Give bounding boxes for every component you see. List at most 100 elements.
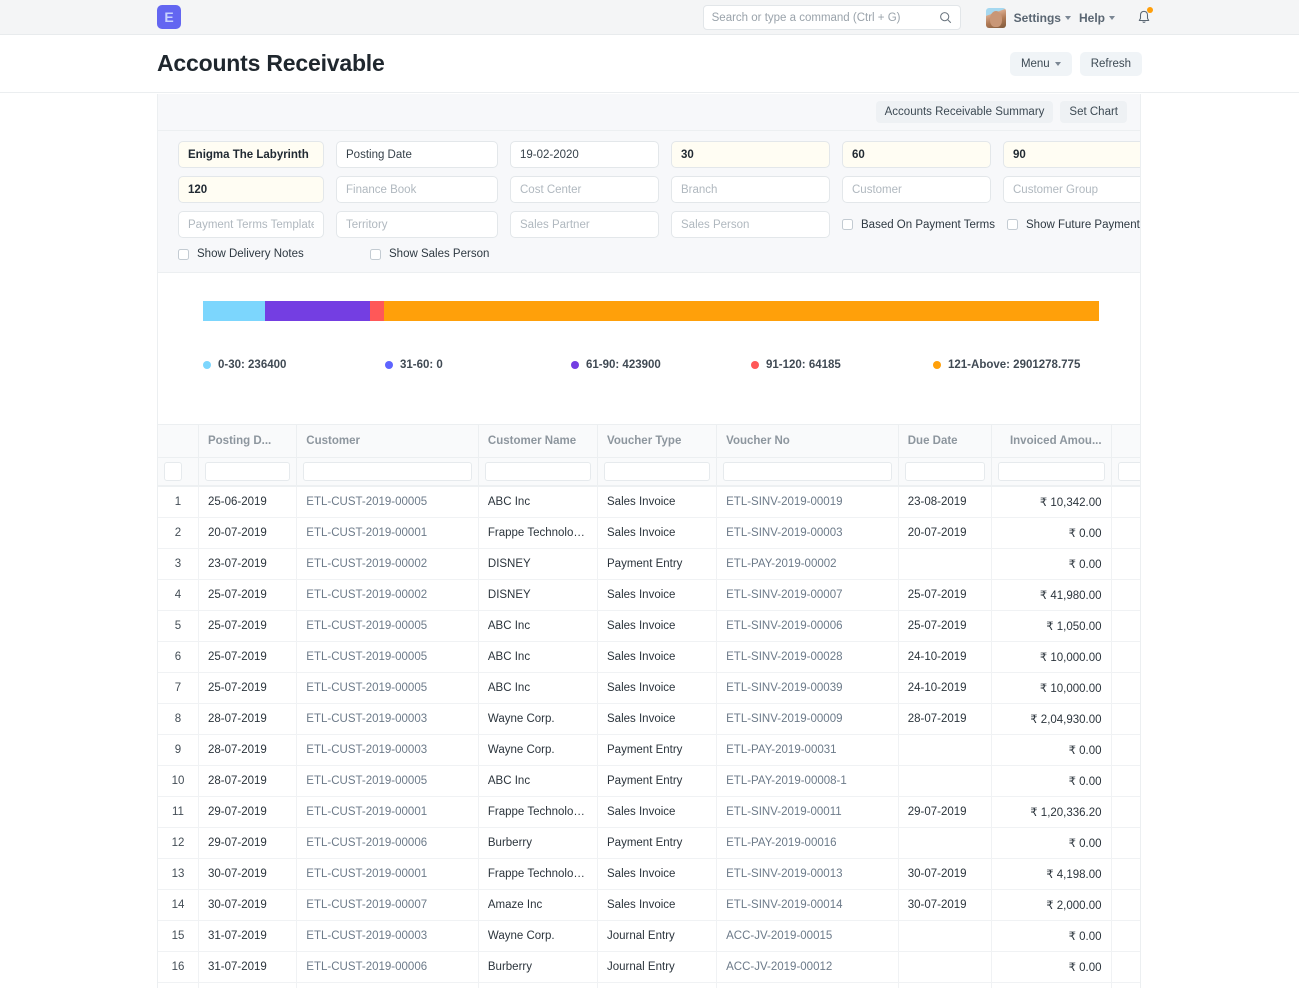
cell-customer[interactable]: ETL-CUST-2019-00005 <box>296 641 479 674</box>
table-row[interactable]: 15 31-07-2019 ETL-CUST-2019-00003 Wayne Cor… <box>158 920 1140 953</box>
cell-customer_name[interactable]: Burberry <box>478 827 599 860</box>
cell-paid_amount[interactable]: ₹ 1,940.00 <box>1111 920 1140 953</box>
cell-voucher_no[interactable]: ETL-SINV-2019-00014 <box>716 889 899 922</box>
sales-partner-filter[interactable] <box>510 211 659 238</box>
cell-customer_name[interactable]: Burberry <box>478 951 599 984</box>
cell-due_date[interactable]: 29-07-2019 <box>898 796 993 829</box>
cell-posting_date[interactable]: 29-07-2019 <box>198 796 298 829</box>
customer-group-filter[interactable] <box>1003 176 1140 203</box>
cell-invoiced_amount[interactable]: ₹ 0.00 <box>991 920 1112 953</box>
range3-filter[interactable] <box>1003 141 1140 168</box>
cell-invoiced_amount[interactable]: ₹ 1,20,336.20 <box>991 796 1112 829</box>
user-avatar[interactable] <box>985 7 1006 28</box>
cell-idx[interactable]: 10 <box>158 765 199 798</box>
cell-idx[interactable]: 17 <box>158 982 199 988</box>
legend-item[interactable]: 121-Above: 2901278.775 <box>933 359 1080 371</box>
set-chart-button[interactable]: Set Chart <box>1060 101 1127 123</box>
cell-idx[interactable]: 11 <box>158 796 199 829</box>
cell-customer_name[interactable]: DISNEY <box>478 579 599 612</box>
cell-posting_date[interactable]: 25-07-2019 <box>198 610 298 643</box>
legend-item[interactable]: 91-120: 64185 <box>751 359 841 371</box>
cell-voucher_type[interactable]: Sales Invoice <box>597 486 718 519</box>
cell-voucher_no[interactable]: ETL-SINV-2019-00013 <box>716 858 899 891</box>
cell-customer[interactable]: ETL-CUST-2019-00005 <box>296 486 479 519</box>
cell-voucher_no[interactable]: ETL-SINV-2019-00011 <box>716 796 899 829</box>
cell-invoiced_amount[interactable]: ₹ 0.00 <box>991 827 1112 860</box>
cell-idx[interactable]: 2 <box>158 517 199 550</box>
cell-paid_amount[interactable]: ₹ 20,990.00 <box>1111 579 1140 612</box>
cell-idx[interactable]: 8 <box>158 703 199 736</box>
bar-segment-121-above[interactable] <box>384 301 1099 321</box>
cell-due_date[interactable] <box>898 920 993 953</box>
column-filter-input-invoiced_amount[interactable] <box>998 462 1105 482</box>
cell-voucher_no[interactable]: ETL-SINV-2019-00017 <box>716 982 899 988</box>
cell-invoiced_amount[interactable]: ₹ 10,000.00 <box>991 672 1112 705</box>
accounts-receivable-summary-button[interactable]: Accounts Receivable Summary <box>875 101 1054 123</box>
cell-paid_amount[interactable]: ₹ 63,480.00 <box>1111 734 1140 767</box>
cell-idx[interactable]: 12 <box>158 827 199 860</box>
cell-invoiced_amount[interactable]: ₹ 0.00 <box>991 951 1112 984</box>
table-row[interactable]: 9 28-07-2019 ETL-CUST-2019-00003 Wayne Corp… <box>158 734 1140 767</box>
cell-customer_name[interactable]: ABC Inc <box>478 610 599 643</box>
cell-customer_name[interactable]: ABC Inc <box>478 765 599 798</box>
cell-voucher_type[interactable]: Sales Invoice <box>597 579 718 612</box>
column-filter-cell[interactable] <box>716 457 899 488</box>
cell-idx[interactable]: 5 <box>158 610 199 643</box>
cell-posting_date[interactable]: 25-07-2019 <box>198 672 298 705</box>
cost-center-filter[interactable] <box>510 176 659 203</box>
cell-customer[interactable]: ETL-CUST-2019-00001 <box>296 796 479 829</box>
table-row[interactable]: 11 29-07-2019 ETL-CUST-2019-00001 Frappe Te… <box>158 796 1140 829</box>
cell-customer_name[interactable]: ABC Inc <box>478 486 599 519</box>
cell-voucher_type[interactable]: Payment Entry <box>597 765 718 798</box>
cell-voucher_type[interactable]: Sales Invoice <box>597 858 718 891</box>
checkbox-box-icon[interactable] <box>370 248 381 260</box>
cell-posting_date[interactable]: 23-07-2019 <box>198 548 298 581</box>
table-row[interactable]: 8 28-07-2019 ETL-CUST-2019-00003 Wayne Corp… <box>158 703 1140 736</box>
show-future-payments-checkbox[interactable]: Show Future Payments <box>1007 211 1140 238</box>
cell-customer_name[interactable]: Wayne Corp. <box>478 920 599 953</box>
table-row[interactable]: 1 25-06-2019 ETL-CUST-2019-00005 ABC Inc Sal… <box>158 486 1140 519</box>
cell-paid_amount[interactable]: ₹ 1,38,000.00 <box>1111 703 1140 736</box>
cell-customer[interactable]: ETL-CUST-2019-00001 <box>296 517 479 550</box>
table-row[interactable]: 6 25-07-2019 ETL-CUST-2019-00005 ABC Inc Sal… <box>158 641 1140 674</box>
branch-filter[interactable] <box>671 176 830 203</box>
cell-customer[interactable]: ETL-CUST-2019-00005 <box>296 765 479 798</box>
range1-filter[interactable] <box>671 141 830 168</box>
cell-due_date[interactable] <box>898 765 993 798</box>
column-filter-cell[interactable] <box>1111 457 1140 488</box>
legend-item[interactable]: 61-90: 423900 <box>571 359 661 371</box>
cell-idx[interactable]: 4 <box>158 579 199 612</box>
cell-voucher_no[interactable]: ETL-SINV-2019-00039 <box>716 672 899 705</box>
cell-invoiced_amount[interactable]: ₹ 0.00 <box>991 548 1112 581</box>
cell-paid_amount[interactable]: ₹ 2,198.00 <box>1111 858 1140 891</box>
bar-segment-91-120[interactable] <box>370 301 384 321</box>
cell-customer[interactable]: ETL-CUST-2019-00003 <box>296 703 479 736</box>
cell-paid_amount[interactable]: ₹ 0.00 <box>1111 517 1140 550</box>
table-row[interactable]: 13 30-07-2019 ETL-CUST-2019-00001 Frappe Te… <box>158 858 1140 891</box>
column-filter-input-posting_date[interactable] <box>204 462 291 482</box>
cell-voucher_no[interactable]: ACC-JV-2019-00015 <box>716 920 899 953</box>
cell-voucher_type[interactable]: Sales Invoice <box>597 796 718 829</box>
help-menu[interactable]: Help <box>1079 11 1115 25</box>
cell-voucher_type[interactable]: Sales Invoice <box>597 703 718 736</box>
cell-due_date[interactable] <box>898 734 993 767</box>
cell-posting_date[interactable]: 28-07-2019 <box>198 734 298 767</box>
cell-due_date[interactable]: 24-10-2019 <box>898 672 993 705</box>
app-logo-icon[interactable]: E <box>157 5 181 29</box>
cell-customer_name[interactable]: Alpha Services <box>478 982 599 988</box>
cell-due_date[interactable] <box>898 548 993 581</box>
cell-invoiced_amount[interactable]: ₹ 2,04,930.00 <box>991 703 1112 736</box>
cell-voucher_type[interactable]: Payment Entry <box>597 734 718 767</box>
column-filter-cell[interactable] <box>991 457 1112 488</box>
column-filter-cell[interactable] <box>198 457 298 488</box>
cell-voucher_type[interactable]: Sales Invoice <box>597 982 718 988</box>
territory-filter[interactable] <box>336 211 498 238</box>
cell-idx[interactable]: 16 <box>158 951 199 984</box>
cell-invoiced_amount[interactable]: ₹ 10,342.00 <box>991 486 1112 519</box>
checkbox-box-icon[interactable] <box>178 248 189 260</box>
cell-posting_date[interactable]: 28-07-2019 <box>198 765 298 798</box>
cell-posting_date[interactable]: 30-07-2019 <box>198 858 298 891</box>
cell-posting_date[interactable]: 25-07-2019 <box>198 579 298 612</box>
column-header-invoiced_amount[interactable]: Invoiced Amou... <box>991 425 1112 458</box>
column-filter-cell[interactable] <box>158 457 199 488</box>
